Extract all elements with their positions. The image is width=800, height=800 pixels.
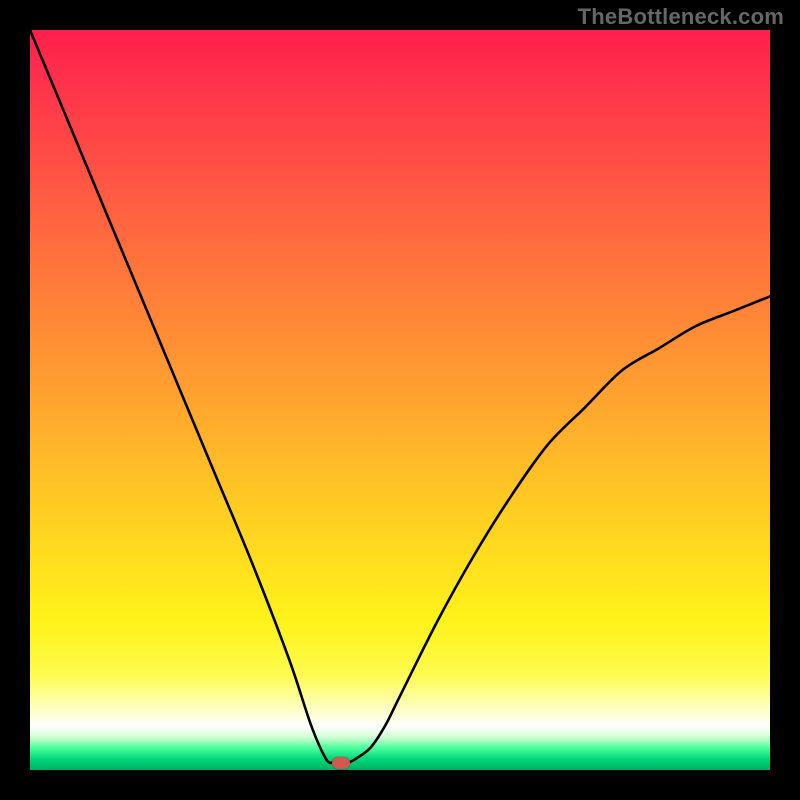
chart-frame: TheBottleneck.com <box>0 0 800 800</box>
watermark-text: TheBottleneck.com <box>578 4 784 30</box>
bottleneck-curve <box>30 30 770 770</box>
plot-area <box>30 30 770 770</box>
curve-path <box>30 30 770 763</box>
optimal-point-marker <box>332 757 350 769</box>
